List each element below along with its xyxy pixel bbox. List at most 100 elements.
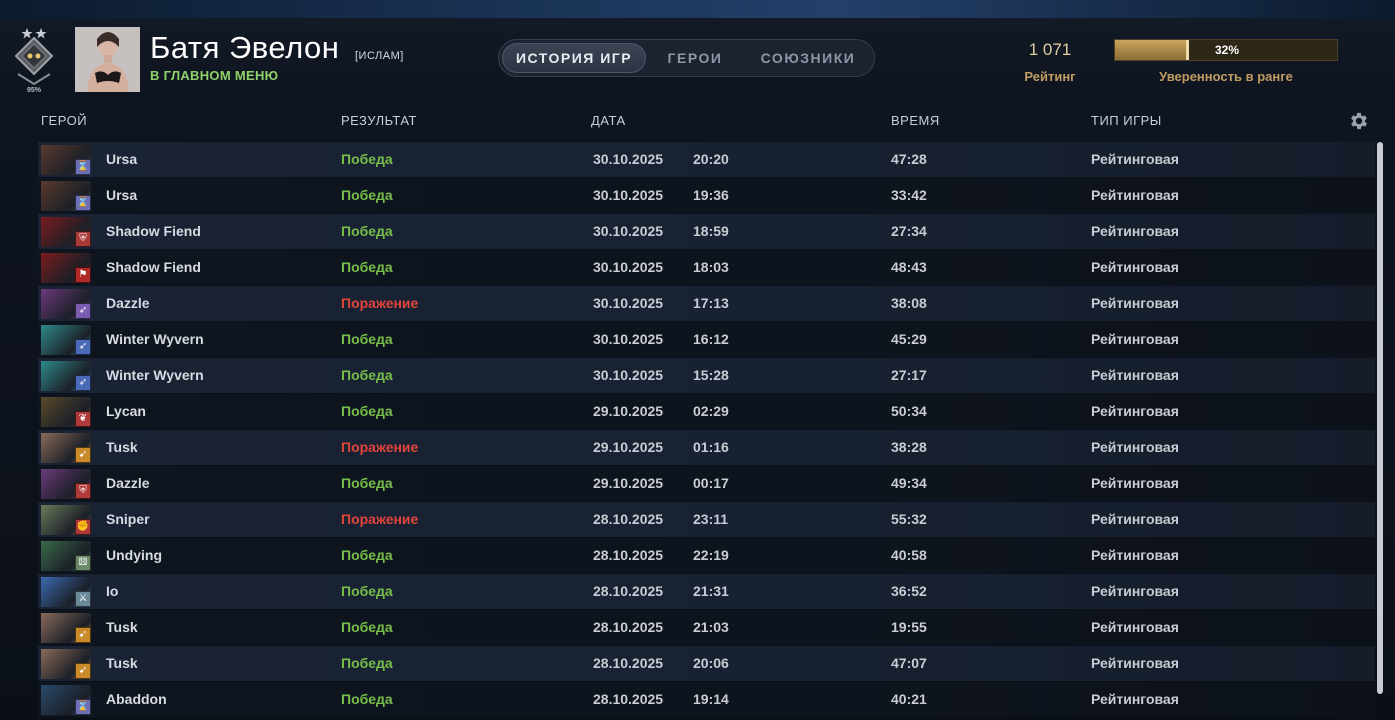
tab-bar: ИСТОРИЯ ИГР ГЕРОИ СОЮЗНИКИ: [498, 39, 875, 77]
shield-icon: ⛨: [75, 483, 91, 499]
match-row[interactable]: ⚄ Undying Победа 28.10.2025 22:19 40:58 Рейтин…: [38, 538, 1375, 573]
match-row[interactable]: ⛨ Shadow Fiend Победа 30.10.2025 18:59 27:34 Р…: [38, 214, 1375, 249]
hero-name: Winter Wyvern: [106, 331, 204, 347]
runner-icon: ➹: [75, 627, 91, 643]
match-duration: 47:07: [891, 655, 927, 671]
match-row[interactable]: ⚑ Shadow Fiend Победа 30.10.2025 18:03 48:43 Р…: [38, 250, 1375, 285]
profile-header: 95% Батя Эвелон [ИСЛАМ] В ГЛАВНОМ МЕНЮ И…: [0, 18, 1395, 100]
match-duration: 45:29: [891, 331, 927, 347]
match-start-time: 02:29: [693, 403, 729, 419]
match-row[interactable]: ⛨ Dazzle Победа 29.10.2025 00:17 49:34 Рейтинг…: [38, 466, 1375, 501]
match-date: 28.10.2025: [593, 655, 664, 671]
match-row[interactable]: ✊ Sniper Поражение 28.10.2025 23:11 55:32 Рейт…: [38, 502, 1375, 537]
match-row[interactable]: ➹ Tusk Победа 28.10.2025 20:06 47:07 Рейтингов…: [38, 646, 1375, 681]
match-start-time: 20:20: [693, 151, 729, 167]
match-row[interactable]: ➶ Winter Wyvern Победа 30.10.2025 15:28 27:17…: [38, 358, 1375, 393]
guild-tag: [ИСЛАМ]: [355, 50, 404, 62]
player-status: В ГЛАВНОМ МЕНЮ: [150, 68, 279, 83]
shield-icon: ⛨: [75, 231, 91, 247]
game-type: Рейтинговая: [1091, 151, 1179, 167]
match-result: Победа: [341, 331, 393, 347]
match-result: Победа: [341, 475, 393, 491]
match-duration: 19:55: [891, 619, 927, 635]
match-date: 30.10.2025: [593, 367, 664, 383]
game-type: Рейтинговая: [1091, 223, 1179, 239]
hourglass-icon: ⌛: [75, 159, 91, 175]
match-duration: 27:17: [891, 367, 927, 383]
match-row[interactable]: ➶ Winter Wyvern Победа 30.10.2025 16:12 45:29…: [38, 322, 1375, 357]
rank-confidence-text: 32%: [1214, 43, 1240, 57]
match-date: 30.10.2025: [593, 331, 664, 347]
match-date: 28.10.2025: [593, 583, 664, 599]
game-type: Рейтинговая: [1091, 439, 1179, 455]
match-row[interactable]: ➹ Tusk Поражение 29.10.2025 01:16 38:28 Рейтин…: [38, 430, 1375, 465]
hero-name: Tusk: [106, 619, 138, 635]
match-result: Победа: [341, 367, 393, 383]
header-duration[interactable]: ВРЕМЯ: [891, 113, 940, 128]
rank-badge[interactable]: 95%: [8, 26, 60, 94]
header-game-type[interactable]: ТИП ИГРЫ: [1091, 113, 1162, 128]
scrollbar[interactable]: [1377, 142, 1383, 694]
tab-allies[interactable]: СОЮЗНИКИ: [745, 43, 871, 73]
avatar-portrait: [75, 27, 140, 92]
game-type: Рейтинговая: [1091, 331, 1179, 347]
hero-name: Lycan: [106, 403, 146, 419]
hero-name: Tusk: [106, 439, 138, 455]
match-result: Победа: [341, 187, 393, 203]
match-start-time: 20:06: [693, 655, 729, 671]
header-hero[interactable]: ГЕРОЙ: [41, 113, 87, 128]
match-row[interactable]: ➶ Dazzle Поражение 30.10.2025 17:13 38:08 Рейт…: [38, 286, 1375, 321]
avatar[interactable]: [75, 27, 140, 92]
match-date: 29.10.2025: [593, 439, 664, 455]
hero-name: Shadow Fiend: [106, 223, 201, 239]
runner-icon: ➹: [75, 663, 91, 679]
match-result: Победа: [341, 151, 393, 167]
match-row[interactable]: ⌛ Ursa Победа 30.10.2025 20:20 47:28 Рейтингов…: [38, 142, 1375, 177]
match-history-page: 95% Батя Эвелон [ИСЛАМ] В ГЛАВНОМ МЕНЮ И…: [0, 0, 1395, 720]
match-duration: 38:28: [891, 439, 927, 455]
match-result: Поражение: [341, 511, 419, 527]
header-date[interactable]: ДАТА: [591, 113, 626, 128]
match-duration: 47:28: [891, 151, 927, 167]
hourglass-icon: ⌛: [75, 195, 91, 211]
settings-gear-icon[interactable]: [1348, 110, 1370, 132]
hero-name: Abaddon: [106, 691, 167, 707]
match-start-time: 23:11: [693, 511, 729, 527]
match-row[interactable]: ➹ Tusk Победа 28.10.2025 21:03 19:55 Рейтингов…: [38, 610, 1375, 645]
match-row[interactable]: ❦ Lycan Победа 29.10.2025 02:29 50:34 Рейтинго…: [38, 394, 1375, 429]
match-list: ⌛ Ursa Победа 30.10.2025 20:20 47:28 Рейтингов…: [38, 142, 1375, 720]
match-start-time: 01:16: [693, 439, 729, 455]
match-duration: 36:52: [891, 583, 927, 599]
match-duration: 38:08: [891, 295, 927, 311]
match-date: 30.10.2025: [593, 259, 664, 275]
game-type: Рейтинговая: [1091, 655, 1179, 671]
game-type: Рейтинговая: [1091, 619, 1179, 635]
match-row[interactable]: ⌛ Abaddon Победа 28.10.2025 19:14 40:21 Рейтин…: [38, 682, 1375, 717]
game-type: Рейтинговая: [1091, 403, 1179, 419]
match-duration: 49:34: [891, 475, 927, 491]
rank-percent: 95%: [26, 87, 41, 94]
match-duration: 55:32: [891, 511, 927, 527]
game-type: Рейтинговая: [1091, 367, 1179, 383]
tab-match-history[interactable]: ИСТОРИЯ ИГР: [502, 43, 646, 73]
tab-heroes[interactable]: ГЕРОИ: [649, 43, 741, 73]
match-start-time: 17:13: [693, 295, 729, 311]
hero-name: Io: [106, 583, 119, 599]
match-result: Поражение: [341, 295, 419, 311]
game-type: Рейтинговая: [1091, 691, 1179, 707]
rank-confidence-label: Уверенность в ранге: [1159, 69, 1293, 84]
rating-value: 1 071: [1028, 40, 1072, 59]
match-date: 28.10.2025: [593, 691, 664, 707]
match-start-time: 15:28: [693, 367, 729, 383]
match-date: 29.10.2025: [593, 475, 664, 491]
hero-name: Sniper: [106, 511, 150, 527]
match-row[interactable]: ⚔ Io Победа 28.10.2025 21:31 36:52 Рейтинговая: [38, 574, 1375, 609]
match-date: 28.10.2025: [593, 547, 664, 563]
header-result[interactable]: РЕЗУЛЬТАТ: [341, 113, 417, 128]
match-row[interactable]: ⌛ Ursa Победа 30.10.2025 19:36 33:42 Рейтингов…: [38, 178, 1375, 213]
game-type: Рейтинговая: [1091, 547, 1179, 563]
match-date: 28.10.2025: [593, 619, 664, 635]
match-date: 30.10.2025: [593, 151, 664, 167]
match-result: Победа: [341, 547, 393, 563]
match-start-time: 21:31: [693, 583, 729, 599]
